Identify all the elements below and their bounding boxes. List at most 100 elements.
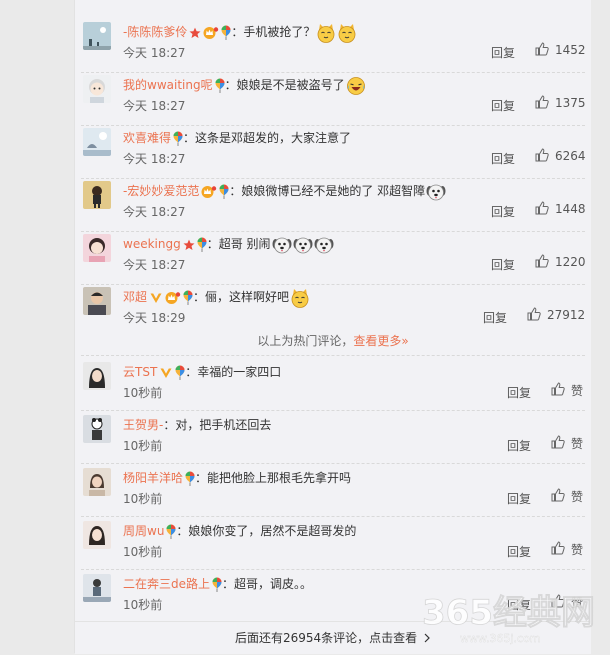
divider (81, 569, 585, 570)
thumbs-up-icon (551, 381, 571, 399)
comment-text: ：娘娘是不是被盗号了 (224, 78, 345, 92)
reply-button[interactable]: 回复 (507, 596, 531, 613)
like-button[interactable]: 1448 (535, 200, 586, 217)
verified-v-icon (159, 366, 173, 380)
like-button[interactable]: 赞 (551, 434, 583, 451)
thumbs-up-icon (535, 94, 555, 112)
username[interactable]: 周周wu (123, 524, 164, 538)
username[interactable]: 云TST (123, 365, 157, 379)
like-count: 1220 (555, 255, 586, 269)
thumbs-up-icon (551, 593, 571, 611)
avatar[interactable] (83, 362, 111, 390)
laugh-cry-emoji-icon (346, 76, 366, 96)
thumbs-up-icon (527, 306, 547, 324)
thumbs-up-icon (551, 540, 571, 558)
avatar[interactable] (83, 287, 111, 315)
reply-button[interactable]: 回复 (491, 97, 515, 114)
avatar[interactable] (83, 574, 111, 602)
like-button[interactable]: 赞 (551, 381, 583, 399)
thumbs-up-icon (535, 253, 555, 271)
avatar[interactable] (83, 128, 111, 156)
avatar[interactable] (83, 415, 111, 443)
balloon-icon (221, 25, 231, 40)
load-more-text: 后面还有26954条评论，点击查看 (234, 631, 418, 645)
hot-comments-note: 以上为热门评论， (257, 334, 354, 348)
username[interactable]: -陈陈陈爹伶 (123, 25, 187, 39)
like-button[interactable]: 1452 (535, 41, 586, 59)
star-icon (189, 27, 201, 39)
like-button[interactable]: 1375 (535, 94, 586, 112)
balloon-icon (166, 524, 176, 539)
like-button[interactable]: 1220 (535, 253, 586, 271)
hot-comments-footer: 以上为热门评论，查看更多» (75, 332, 591, 349)
reply-button[interactable]: 回复 (507, 543, 531, 560)
like-count: 1375 (555, 96, 586, 110)
divider (81, 463, 585, 464)
cat-face-emoji-icon (290, 288, 310, 308)
username[interactable]: weekingg (123, 237, 181, 251)
load-more-comments-button[interactable]: 后面还有26954条评论，点击查看 (75, 621, 591, 654)
hot-comment: 我的wwaiting呢 ：娘娘是不是被盗号了 今天 18:27 回复 1375 (75, 73, 591, 126)
avatar[interactable] (83, 75, 111, 103)
thumbs-up-icon (535, 147, 555, 165)
like-button[interactable]: 赞 (551, 593, 584, 611)
comment-text: ：娘娘你变了，居然不是超哥发的 (176, 524, 357, 538)
avatar[interactable] (83, 521, 111, 549)
like-label: 赞 (571, 542, 584, 557)
username[interactable]: -宏妙妙爱范范 (123, 184, 199, 198)
like-button[interactable]: 6264 (535, 147, 586, 165)
dog-face-emoji-icon (293, 235, 313, 255)
comment-text: ：俪，这样啊好吧 (193, 290, 290, 304)
avatar[interactable] (83, 181, 111, 209)
view-more-link[interactable]: 查看更多» (353, 334, 408, 348)
reply-button[interactable]: 回复 (507, 384, 531, 401)
divider (81, 516, 585, 517)
comment-text: ：娘娘微博已经不是她的了 邓超智障 (229, 184, 426, 198)
comment-text: ：手机被抢了？ (231, 25, 316, 39)
comment-time: 10秒前 (123, 598, 163, 612)
like-label: 赞 (571, 595, 584, 610)
new-comment: 杨阳羊洋哈 ：能把他脸上那根毛先拿开吗 10秒前 回复 赞 (75, 466, 591, 519)
avatar[interactable] (83, 22, 111, 50)
username[interactable]: 杨阳羊洋哈 (123, 471, 183, 485)
comment-text: ：能把他脸上那根毛先拿开吗 (195, 471, 352, 485)
thumbs-up-icon (535, 41, 555, 59)
reply-button[interactable]: 回复 (491, 44, 515, 61)
comment-time: 今天 18:29 (123, 311, 186, 325)
balloon-icon (212, 577, 222, 592)
reply-button[interactable]: 回复 (491, 256, 515, 273)
balloon-icon (175, 365, 185, 380)
like-button[interactable]: 27912 (527, 306, 585, 324)
hot-comment: 欢喜难得 ：这条是邓超发的，大家注意了 今天 18:27 回复 6264 (75, 126, 591, 179)
comment-text: ：超哥 别闹 (206, 237, 271, 251)
thumbs-up-icon (551, 487, 571, 505)
reply-button[interactable]: 回复 (507, 437, 531, 454)
reply-button[interactable]: 回复 (483, 309, 507, 326)
avatar[interactable] (83, 234, 111, 262)
reply-button[interactable]: 回复 (491, 150, 515, 167)
dog-face-emoji-icon (314, 235, 334, 255)
comment-text: ：这条是邓超发的，大家注意了 (183, 131, 352, 145)
new-comment: 王贺男-：对，把手机还回去 10秒前 回复 赞 (75, 413, 591, 466)
reply-button[interactable]: 回复 (507, 490, 531, 507)
dog-face-emoji-icon (272, 235, 292, 255)
like-button[interactable]: 赞 (551, 487, 584, 505)
balloon-icon (215, 78, 225, 93)
like-button[interactable]: 赞 (551, 540, 584, 558)
username[interactable]: 邓超 (123, 290, 147, 304)
comment-text: ：幸福的一家四口 (185, 365, 282, 379)
like-label: 赞 (571, 489, 584, 504)
username[interactable]: 二在奔三de路上 (123, 577, 210, 591)
avatar[interactable] (83, 468, 111, 496)
comment-time: 10秒前 (123, 492, 163, 506)
balloon-icon (197, 237, 207, 252)
username[interactable]: 我的wwaiting呢 (123, 78, 213, 92)
username[interactable]: 王贺男- (123, 418, 163, 432)
comment-panel: -陈陈陈爹伶 ：手机被抢了？ 今天 18:27 回复 1452 我的wwaitin… (74, 0, 591, 654)
comment-time: 今天 18:27 (123, 46, 186, 60)
reply-button[interactable]: 回复 (491, 203, 515, 220)
comment-time: 10秒前 (123, 545, 163, 559)
like-count: 1448 (555, 202, 586, 216)
username[interactable]: 欢喜难得 (123, 131, 171, 145)
balloon-icon (183, 290, 193, 305)
